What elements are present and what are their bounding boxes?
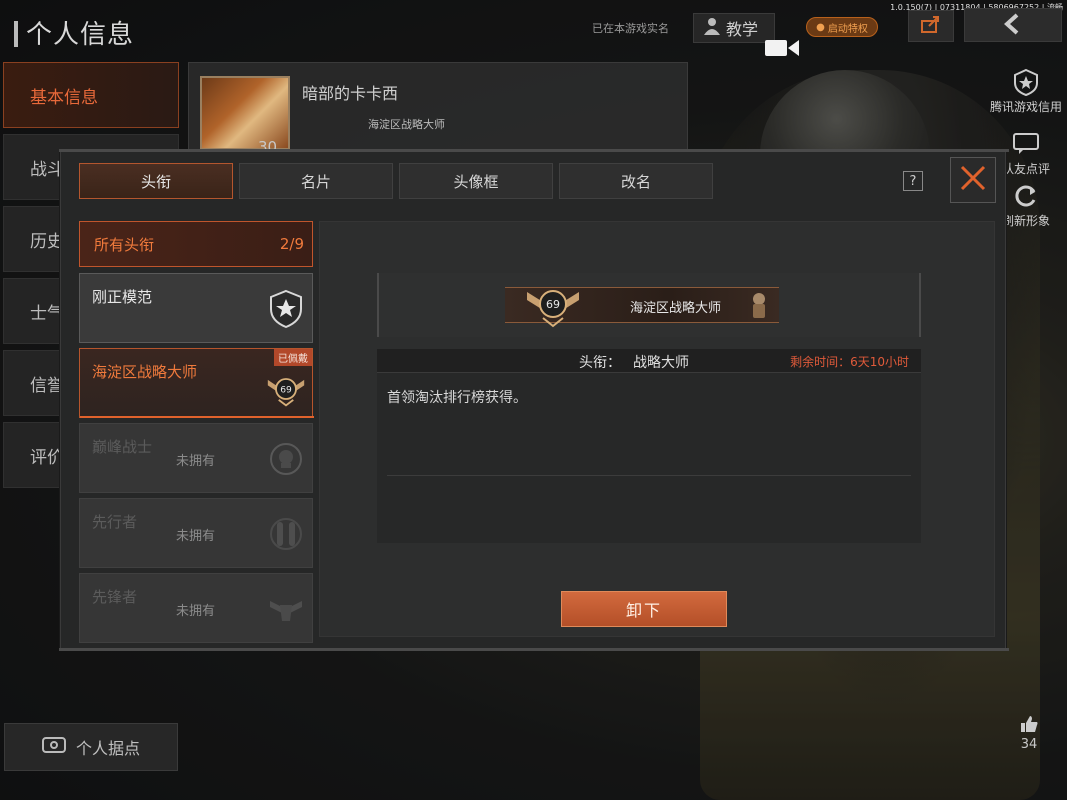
likes-count: 34 [1020,737,1038,752]
wing-badge-icon [266,587,306,631]
tab-avatar-frame[interactable]: 头像框 [399,163,553,199]
title-description: 首领淘汰排行榜获得。 [387,390,527,406]
person-icon [704,17,720,39]
soldier-figure-icon [749,292,769,324]
profile-title: 海淀区战略大师 [368,118,445,131]
tab-name-card[interactable]: 名片 [239,163,393,199]
list-item-title[interactable]: 海淀区战略大师 已佩戴 69 [79,348,314,418]
share-button[interactable] [908,10,954,42]
all-titles-label: 所有头衔 [94,235,155,254]
title-modal: 头衔 名片 头像框 改名 ? 所有头衔 2/9 刚正模范 海淀区战略大师 已佩戴… [59,149,1009,651]
credit-button[interactable]: 腾讯游戏信用 [986,68,1066,115]
chat-bubble-icon: ● [816,21,825,33]
title-description-box: 首领淘汰排行榜获得。 [377,373,921,543]
teach-button[interactable]: 教学 [693,13,775,43]
banner-title-label: 海淀区战略大师 [630,301,722,316]
not-owned-label: 未拥有 [176,604,216,619]
refresh-icon [1011,184,1041,208]
close-icon [959,164,987,196]
banner-level: 69 [546,298,560,311]
tab-rename[interactable]: 改名 [559,163,713,199]
unequip-button[interactable]: 卸下 [561,591,727,627]
title-name: 先行者 [92,513,138,531]
svg-text:69: 69 [280,386,292,396]
video-camera-icon[interactable] [765,38,799,62]
credit-label: 腾讯游戏信用 [989,100,1062,114]
title-name: 先锋者 [92,588,138,606]
list-item-title[interactable]: 先行者 未拥有 [79,498,313,568]
personal-base-button[interactable]: 个人据点 [4,723,178,771]
winged-badge-icon: 69 [525,282,581,332]
not-owned-label: 未拥有 [176,529,216,544]
all-titles-header[interactable]: 所有头衔 2/9 [79,221,313,267]
sidebar-item-basic-info[interactable]: 基本信息 [3,62,179,128]
chevron-left-icon [1002,9,1024,42]
privilege-button[interactable]: ● 启动特权 [806,17,878,37]
share-icon [921,15,941,37]
title-name: 巅峰战士 [92,438,153,456]
titles-count: 2/9 [279,235,304,253]
personal-base-label: 个人据点 [75,739,140,758]
close-button[interactable] [950,157,996,203]
equipped-badge: 已佩戴 [274,349,312,366]
bullets-badge-icon [266,512,306,556]
title-value: 战略大师 [633,355,689,371]
tab-title[interactable]: 头衔 [79,163,233,199]
thumbs-up-icon [1014,715,1044,737]
page-title: 个人信息 [14,14,134,51]
skull-badge-icon [266,437,306,481]
real-name-status: 已在本游戏实名 [592,22,669,35]
divider [387,475,911,476]
shield-star-icon [266,287,306,331]
shield-star-icon [1011,68,1041,96]
title-name: 刚正模范 [92,288,153,306]
chat-icon [1011,132,1041,156]
title-key: 头衔： [579,355,621,371]
privilege-label: 启动特权 [827,23,868,35]
list-item-title[interactable]: 先锋者 未拥有 [79,573,313,643]
back-button[interactable] [964,8,1062,42]
list-item-title[interactable]: 巅峰战士 未拥有 [79,423,313,493]
teach-label: 教学 [726,20,759,39]
list-item-title[interactable]: 刚正模范 [79,273,313,343]
remaining-time: 剩余时间：6天10小时 [790,355,909,369]
title-name: 海淀区战略大师 [92,363,198,381]
not-owned-label: 未拥有 [176,454,216,469]
help-button[interactable]: ? [903,171,923,191]
title-banner-preview: 69 海淀区战略大师 [505,287,779,328]
house-icon [41,736,66,758]
likes-counter[interactable]: 34 [1014,715,1044,752]
title-info-bar: 头衔： 战略大师 剩余时间：6天10小时 [377,349,921,373]
winged-badge-icon: 69 [266,367,306,411]
profile-name: 暗部的卡卡西 [302,84,399,103]
